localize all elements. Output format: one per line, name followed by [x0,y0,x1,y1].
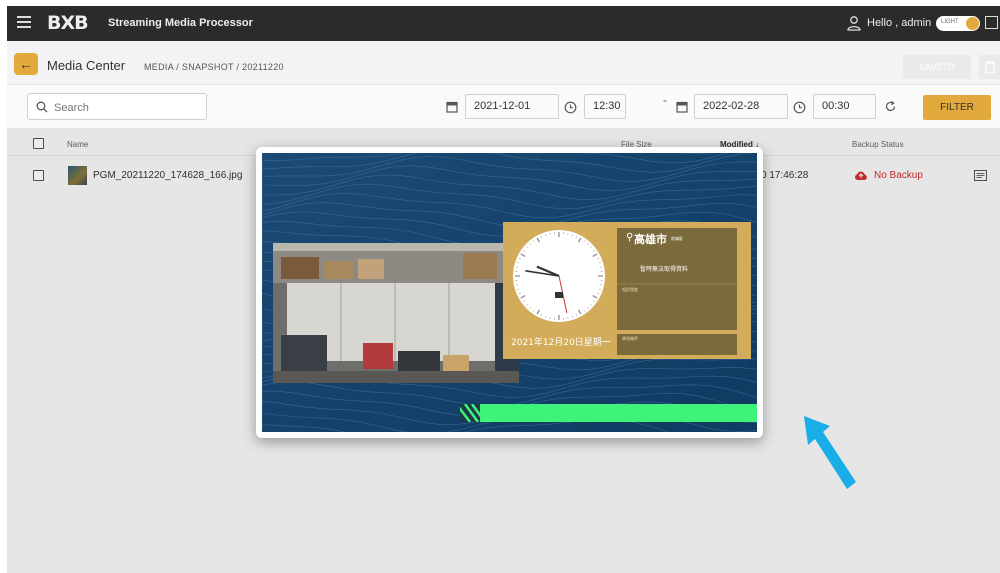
annotation-arrow-icon [804,416,856,489]
breadcrumb: MEDIA / SNAPSHOT / 20211220 [144,62,284,72]
clock-icon[interactable] [564,101,577,114]
trash-icon [985,61,995,74]
calendar-icon[interactable] [676,100,688,113]
weather-detail-label: 相對濕度 [622,287,638,292]
refresh-icon[interactable] [884,100,897,113]
saveto-button[interactable]: SAVETO [903,55,971,79]
toggle-knob [966,17,979,30]
user-greeting: Hello , admin [867,17,932,29]
app-title: Streaming Media Processor [108,17,253,29]
fullscreen-icon[interactable] [985,16,998,29]
weather-district: 前鎮區 [671,236,683,241]
clock-icon[interactable] [793,101,806,114]
search-input[interactable]: Search [27,93,207,120]
location-pin-icon: ⚲ [626,232,634,243]
end-date-field[interactable]: 2022-02-28 [694,94,788,119]
delete-button[interactable] [979,55,1000,79]
back-button[interactable]: ← [14,53,38,75]
ticker-bar [460,404,757,422]
start-date-field[interactable]: 2021-12-01 [465,94,559,119]
camera-feed-photo [273,243,519,383]
top-bar: BXB Streaming Media Processor Hello , ad… [7,6,1000,41]
weather-city: 高雄市 [634,233,667,246]
page-header: ← Media Center MEDIA / SNAPSHOT / 202112… [7,41,1000,85]
search-placeholder: Search [54,102,89,114]
brand-logo: BXB [47,12,89,34]
menu-icon[interactable] [17,16,31,28]
clock-date-text: 2021年12月20日星期一 [511,338,611,348]
preview-image: ⚲ 高雄市 前鎮區 暫時無法取得資料 相對濕度 降雨機率 2021年12月20日… [262,153,757,432]
weather-message: 暫時無法取得資料 [640,266,689,273]
theme-toggle-label: LIGHT [941,19,959,25]
image-preview-modal[interactable]: ⚲ 高雄市 前鎮區 暫時無法取得資料 相對濕度 降雨機率 2021年12月20日… [256,147,763,438]
theme-toggle[interactable]: LIGHT [936,16,980,31]
start-time-field[interactable]: 12:30 [584,94,626,119]
filter-button[interactable]: FILTER [923,95,991,120]
search-icon [36,101,48,113]
page-title: Media Center [47,58,126,73]
end-time-field[interactable]: 00:30 [813,94,876,119]
calendar-icon[interactable] [446,100,458,113]
date-range-separator: - [663,93,667,107]
user-icon[interactable] [846,15,862,31]
app-frame: BXB Streaming Media Processor Hello , ad… [7,6,1000,573]
weather-extra-label: 降雨機率 [622,336,638,341]
